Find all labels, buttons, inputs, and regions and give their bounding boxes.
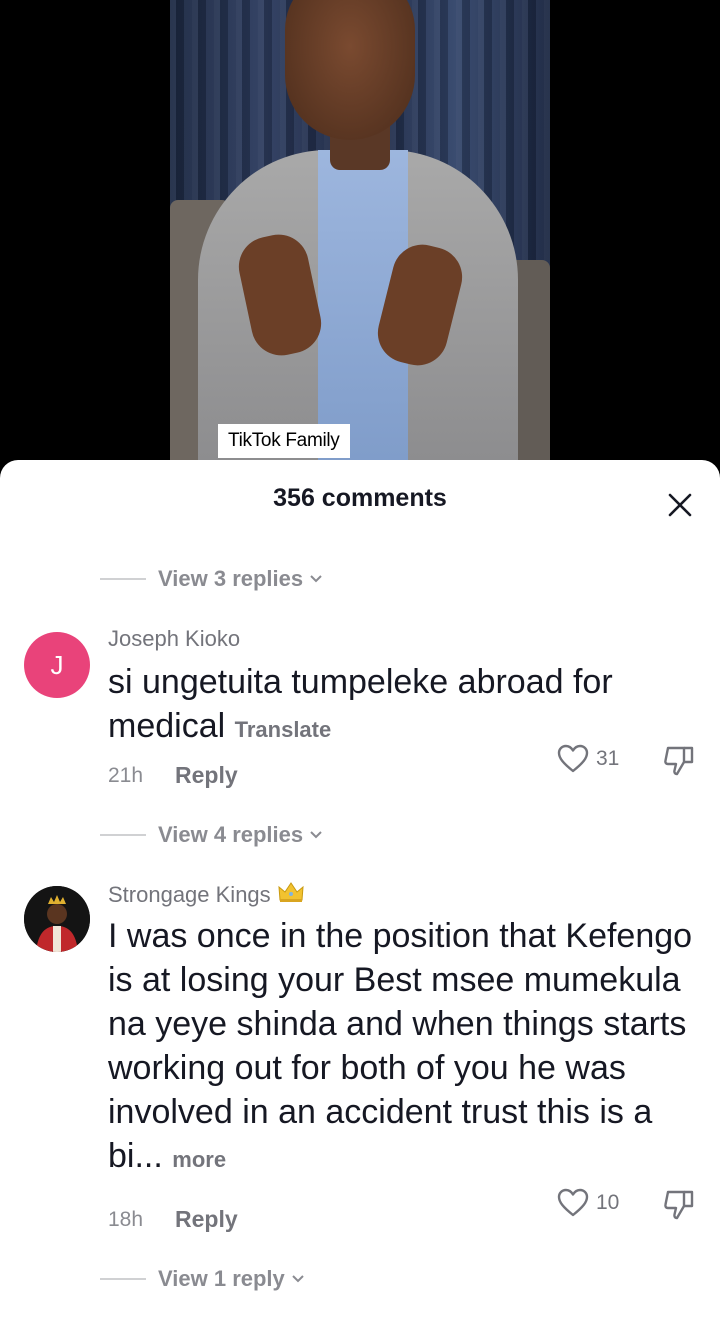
chevron-down-icon <box>309 574 323 584</box>
video-frame <box>170 0 550 470</box>
avatar[interactable]: J <box>24 632 90 698</box>
comment-time: 18h <box>108 1208 144 1231</box>
reply-button[interactable]: Reply <box>175 1206 238 1233</box>
view-replies-button[interactable]: View 4 replies <box>100 820 323 850</box>
dislike-button[interactable] <box>662 1188 696 1227</box>
heart-icon <box>557 1188 589 1217</box>
avatar-letter: J <box>50 649 64 680</box>
view-replies-button[interactable]: View 1 reply <box>100 1264 305 1294</box>
more-link[interactable]: more <box>172 1147 226 1172</box>
like-count: 31 <box>596 747 620 770</box>
crown-icon <box>278 882 304 902</box>
dislike-button[interactable] <box>662 744 696 783</box>
divider-line <box>100 1278 146 1280</box>
comments-count-title: 356 comments <box>273 484 447 512</box>
comment-username[interactable]: Joseph Kioko <box>108 626 240 652</box>
comment-username[interactable]: Strongage Kings <box>108 880 305 908</box>
translate-link[interactable]: Translate <box>235 717 332 742</box>
video-player[interactable]: TikTok Family <box>0 0 720 470</box>
reply-button[interactable]: Reply <box>175 762 238 789</box>
comments-sheet: 356 comments View 3 replies J Joseph Kio… <box>0 460 720 1320</box>
video-caption-tag: TikTok Family <box>218 424 350 458</box>
chevron-down-icon <box>291 1274 305 1284</box>
like-button[interactable]: 31 <box>556 744 619 774</box>
comment-time: 21h <box>108 764 144 787</box>
comment-text: I was once in the position that Kefengo … <box>108 914 698 1182</box>
like-button[interactable]: 10 <box>556 1188 619 1218</box>
view-replies-label: View 1 reply <box>158 1266 285 1291</box>
like-count: 10 <box>596 1191 620 1214</box>
view-replies-button[interactable]: View 3 replies <box>100 564 323 594</box>
view-replies-label: View 4 replies <box>158 822 304 847</box>
divider-line <box>100 834 146 836</box>
comment-body: si ungetuita tumpeleke abroad for medica… <box>108 663 613 745</box>
avatar-image <box>24 886 90 952</box>
username-text: Strongage Kings <box>108 882 271 907</box>
divider-line <box>100 578 146 580</box>
person-head <box>285 0 415 140</box>
close-icon <box>668 493 692 517</box>
chevron-down-icon <box>309 830 323 840</box>
thumbs-down-icon <box>664 746 694 776</box>
avatar[interactable] <box>24 886 90 952</box>
heart-icon <box>557 744 589 773</box>
close-button[interactable] <box>660 485 700 525</box>
thumbs-down-icon <box>664 1190 694 1220</box>
view-replies-label: View 3 replies <box>158 566 304 591</box>
comment-body: I was once in the position that Kefengo … <box>108 917 693 1175</box>
comment-text: si ungetuita tumpeleke abroad for medica… <box>108 660 698 752</box>
